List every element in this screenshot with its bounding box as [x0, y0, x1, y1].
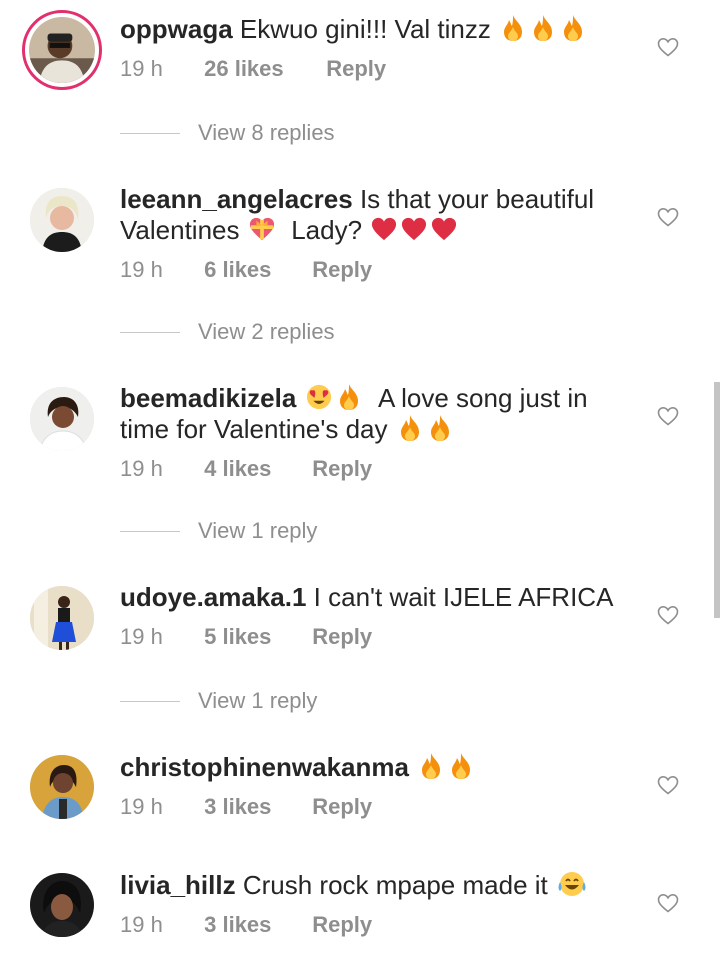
view-replies-label[interactable]: View 8 replies — [198, 120, 335, 146]
like-heart-icon[interactable] — [656, 773, 680, 797]
fire-emoji — [560, 14, 586, 42]
comment-likes[interactable]: 4 likes — [204, 456, 306, 482]
comment-text: leeann_angelacres Is that your beautiful… — [120, 184, 620, 246]
comment-meta: 19 h 6 likes Reply — [120, 257, 372, 283]
heart-eyes-emoji — [306, 383, 332, 411]
like-heart-icon[interactable] — [656, 35, 680, 59]
view-replies-link[interactable]: View 8 replies — [120, 120, 335, 146]
heart-with-ribbon-emoji — [249, 215, 275, 243]
comment-likes[interactable]: 3 likes — [204, 912, 306, 938]
fire-emoji — [397, 414, 423, 442]
scrollbar[interactable] — [714, 382, 720, 618]
view-replies-link[interactable]: View 1 reply — [120, 688, 317, 714]
comment-text: livia_hillz Crush rock mpape made it — [120, 870, 620, 901]
comment-text: beemadikizela A love song just in time f… — [120, 383, 620, 445]
red-heart-emoji — [401, 215, 427, 243]
comment-likes[interactable]: 26 likes — [204, 56, 320, 82]
comment-body: Ekwuo gini!!! Val tinzz — [239, 14, 491, 44]
avatar-image — [30, 586, 94, 650]
reply-button[interactable]: Reply — [312, 912, 372, 938]
avatar-image — [29, 17, 95, 83]
like-heart-icon[interactable] — [656, 603, 680, 627]
avatar[interactable] — [30, 387, 94, 451]
comment-meta: 19 h 26 likes Reply — [120, 56, 386, 82]
reply-button[interactable]: Reply — [312, 257, 372, 283]
avatar-image — [30, 188, 94, 252]
comment-text: oppwaga Ekwuo gini!!! Val tinzz — [120, 14, 620, 45]
avatar[interactable] — [30, 586, 94, 650]
comment-username[interactable]: leeann_angelacres — [120, 184, 353, 214]
comment-meta: 19 h 3 likes Reply — [120, 794, 372, 820]
comment-username[interactable]: oppwaga — [120, 14, 233, 44]
fire-emoji — [336, 383, 362, 411]
comment-time: 19 h — [120, 912, 163, 937]
comment-meta: 19 h 3 likes Reply — [120, 912, 372, 938]
comment-body: Crush rock mpape made it — [242, 870, 548, 900]
tears-of-joy-emoji — [557, 870, 587, 898]
comment-body: I can't wait IJELE AFRICA — [313, 582, 614, 612]
comment-meta: 19 h 5 likes Reply — [120, 624, 372, 650]
avatar[interactable] — [22, 10, 102, 90]
comment-username[interactable]: christophinenwakanma — [120, 752, 409, 782]
reply-button[interactable]: Reply — [312, 624, 372, 650]
reply-button[interactable]: Reply — [312, 456, 372, 482]
fire-emoji — [500, 14, 526, 42]
like-heart-icon[interactable] — [656, 404, 680, 428]
comment-time: 19 h — [120, 56, 163, 81]
comment-time: 19 h — [120, 794, 163, 819]
fire-emoji — [448, 752, 474, 780]
comment-username[interactable]: beemadikizela — [120, 383, 296, 413]
like-heart-icon[interactable] — [656, 891, 680, 915]
view-replies-link[interactable]: View 2 replies — [120, 319, 335, 345]
comment-username[interactable]: livia_hillz — [120, 870, 236, 900]
avatar[interactable] — [30, 873, 94, 937]
fire-emoji — [530, 14, 556, 42]
fire-emoji — [418, 752, 444, 780]
comment-body-part2: Lady? — [291, 215, 363, 245]
comment-time: 19 h — [120, 456, 163, 481]
view-replies-label[interactable]: View 1 reply — [198, 688, 317, 714]
comment-likes[interactable]: 6 likes — [204, 257, 306, 283]
divider-line — [120, 700, 180, 702]
comment-text: udoye.amaka.1 I can't wait IJELE AFRICA — [120, 582, 620, 613]
view-replies-link[interactable]: View 1 reply — [120, 518, 317, 544]
divider-line — [120, 530, 180, 532]
view-replies-label[interactable]: View 1 reply — [198, 518, 317, 544]
comment-username[interactable]: udoye.amaka.1 — [120, 582, 306, 612]
avatar[interactable] — [30, 188, 94, 252]
like-heart-icon[interactable] — [656, 205, 680, 229]
comment-text: christophinenwakanma — [120, 752, 620, 783]
avatar[interactable] — [30, 755, 94, 819]
comment-meta: 19 h 4 likes Reply — [120, 456, 372, 482]
avatar-image — [30, 873, 94, 937]
reply-button[interactable]: Reply — [326, 56, 386, 82]
avatar-image — [30, 755, 94, 819]
comment-time: 19 h — [120, 624, 163, 649]
comment-likes[interactable]: 5 likes — [204, 624, 306, 650]
red-heart-emoji — [431, 215, 457, 243]
divider-line — [120, 132, 180, 134]
fire-emoji — [427, 414, 453, 442]
reply-button[interactable]: Reply — [312, 794, 372, 820]
comment-likes[interactable]: 3 likes — [204, 794, 306, 820]
avatar-image — [30, 387, 94, 451]
comment-time: 19 h — [120, 257, 163, 282]
view-replies-label[interactable]: View 2 replies — [198, 319, 335, 345]
red-heart-emoji — [371, 215, 397, 243]
divider-line — [120, 331, 180, 333]
